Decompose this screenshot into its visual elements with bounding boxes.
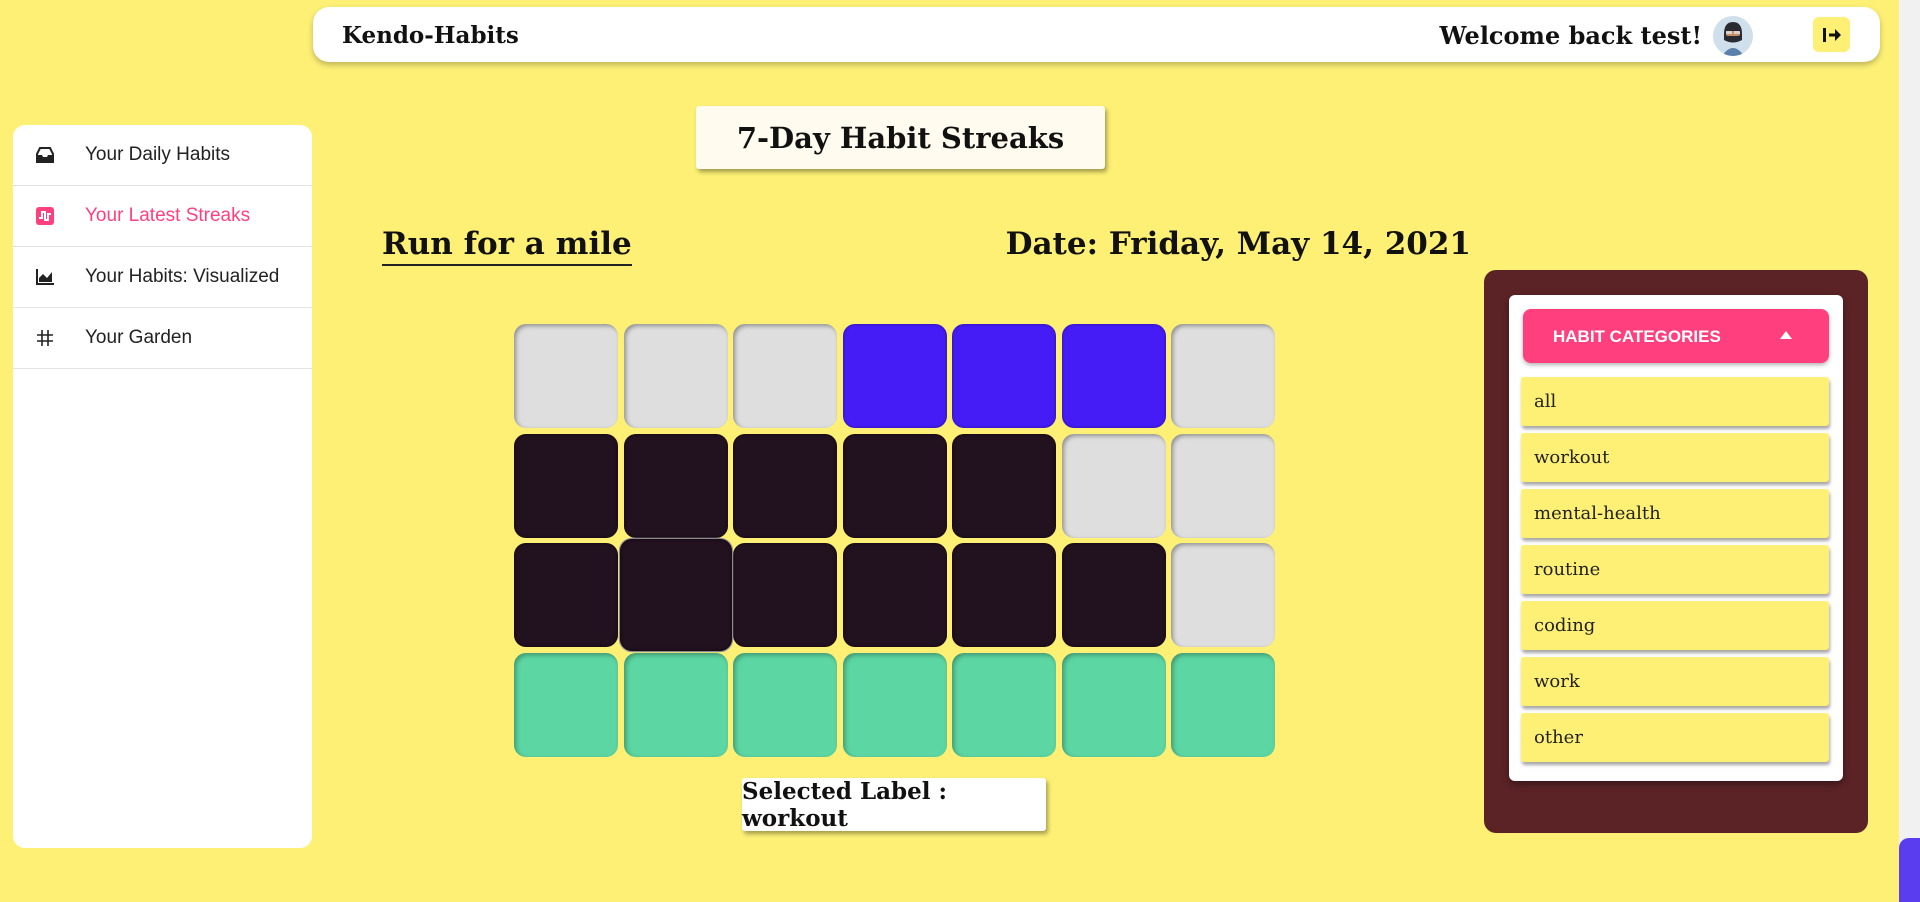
streak-cell[interactable]	[733, 324, 837, 428]
streak-cell[interactable]	[624, 653, 728, 757]
category-item-workout[interactable]: workout	[1521, 433, 1829, 482]
streak-cell[interactable]	[514, 653, 618, 757]
streak-cell[interactable]	[952, 543, 1056, 647]
streak-cell[interactable]	[843, 543, 947, 647]
date-text: Date: Friday, May 14, 2021	[1005, 226, 1471, 262]
streak-cell[interactable]	[1171, 434, 1275, 538]
sidebar-item-daily-habits[interactable]: Your Daily Habits	[13, 125, 312, 186]
grid-icon	[30, 327, 60, 349]
streak-cell[interactable]	[618, 537, 734, 653]
sidebar-item-habits-visualized[interactable]: Your Habits: Visualized	[13, 247, 312, 308]
categories-header-label: HABIT CATEGORIES	[1553, 327, 1721, 346]
habit-name[interactable]: Run for a mile	[382, 226, 632, 266]
scrollbar-thumb[interactable]	[1899, 838, 1920, 902]
caret-up-icon	[1780, 331, 1792, 339]
sidebar-item-latest-streaks[interactable]: Your Latest Streaks	[13, 186, 312, 247]
categories-panel: HABIT CATEGORIES all workout mental-heal…	[1484, 270, 1868, 833]
category-item-routine[interactable]: routine	[1521, 545, 1829, 594]
streak-cell[interactable]	[952, 324, 1056, 428]
category-item-other[interactable]: other	[1521, 713, 1829, 762]
streak-cell[interactable]	[1062, 434, 1166, 538]
category-item-mental-health[interactable]: mental-health	[1521, 489, 1829, 538]
category-item-coding[interactable]: coding	[1521, 601, 1829, 650]
welcome-text: Welcome back test!	[1439, 21, 1702, 50]
streak-cell[interactable]	[1062, 653, 1166, 757]
sidebar-item-label: Your Daily Habits	[85, 144, 231, 165]
top-bar: Kendo-Habits Welcome back test!	[313, 7, 1880, 62]
streak-cell[interactable]	[1171, 653, 1275, 757]
logout-icon	[1822, 27, 1841, 42]
streak-cell[interactable]	[1171, 324, 1275, 428]
categories-card: HABIT CATEGORIES all workout mental-heal…	[1509, 295, 1843, 781]
streak-cell[interactable]	[843, 324, 947, 428]
streak-cell[interactable]	[952, 434, 1056, 538]
streak-cell[interactable]	[843, 434, 947, 538]
categories-list: all workout mental-health routine coding…	[1521, 377, 1829, 769]
streak-cell[interactable]	[1171, 543, 1275, 647]
streak-grid	[514, 324, 1276, 758]
category-item-work[interactable]: work	[1521, 657, 1829, 706]
streak-cell[interactable]	[1062, 543, 1166, 647]
logout-button[interactable]	[1813, 17, 1850, 52]
app-title: Kendo-Habits	[342, 22, 519, 49]
streak-cell[interactable]	[733, 434, 837, 538]
sidebar: Your Daily Habits Your Latest Streaks Yo…	[13, 125, 312, 848]
streak-cell[interactable]	[624, 434, 728, 538]
page-scrollbar[interactable]	[1899, 0, 1920, 902]
streak-cell[interactable]	[514, 434, 618, 538]
streak-cell[interactable]	[733, 543, 837, 647]
streak-cell[interactable]	[843, 653, 947, 757]
streak-cell[interactable]	[733, 653, 837, 757]
sidebar-item-label: Your Garden	[85, 327, 193, 348]
avatar[interactable]	[1713, 16, 1753, 56]
streak-cell[interactable]	[1062, 324, 1166, 428]
streak-cell[interactable]	[514, 324, 618, 428]
chart-icon	[30, 266, 60, 288]
streak-icon	[30, 205, 60, 227]
streak-cell[interactable]	[952, 653, 1056, 757]
selected-label: Selected Label : workout	[742, 778, 1046, 832]
sidebar-item-garden[interactable]: Your Garden	[13, 308, 312, 369]
inbox-icon	[30, 144, 60, 166]
categories-toggle-button[interactable]: HABIT CATEGORIES	[1523, 309, 1829, 363]
streak-cell[interactable]	[514, 543, 618, 647]
sidebar-item-label: Your Latest Streaks	[85, 205, 251, 226]
category-item-all[interactable]: all	[1521, 377, 1829, 426]
sidebar-item-label: Your Habits: Visualized	[85, 266, 280, 287]
streak-cell[interactable]	[624, 324, 728, 428]
page-title: 7-Day Habit Streaks	[696, 106, 1105, 169]
